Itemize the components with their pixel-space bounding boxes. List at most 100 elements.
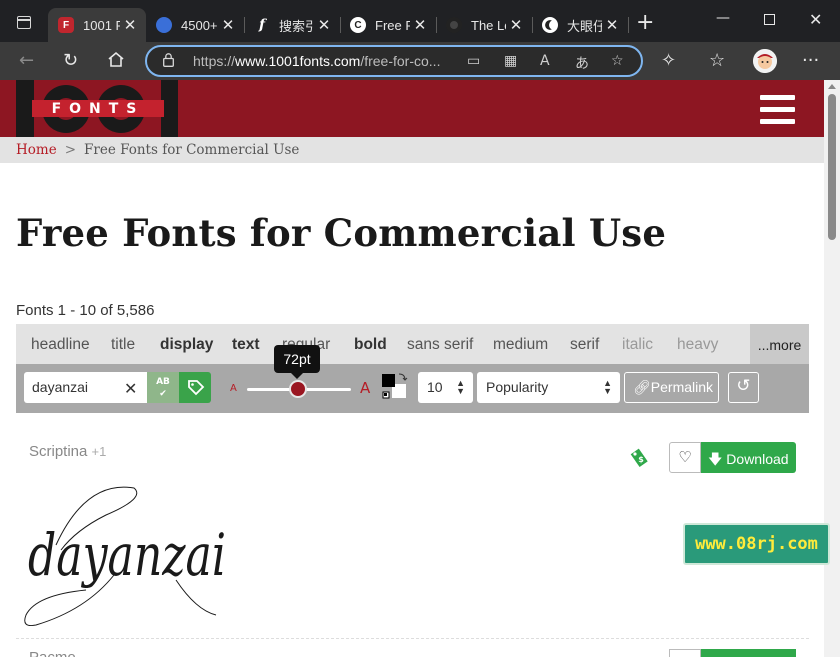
- permalink-button[interactable]: 🔗︎Permalink: [624, 372, 719, 403]
- breadcrumb-separator: >: [64, 142, 77, 158]
- clear-text-icon[interactable]: ✕: [124, 379, 137, 398]
- tag-serif[interactable]: serif: [570, 336, 599, 354]
- per-page-select[interactable]: 10 ▲ ▼: [418, 372, 473, 403]
- tag-heavy[interactable]: heavy: [677, 336, 718, 354]
- breadcrumb-current: Free Fonts for Commercial Use: [84, 142, 300, 158]
- close-tab-icon[interactable]: ✕: [410, 16, 430, 34]
- read-aloud-icon[interactable]: A: [540, 53, 550, 69]
- tab-1001fonts[interactable]: F 1001 F ✕: [48, 8, 146, 42]
- preview-controls: dayanzai ✕ AB ✔ A A 10 ▲ ▼ Popularity ▲ ▼ 🔗︎P…: [16, 364, 809, 413]
- sort-select[interactable]: Popularity ▲ ▼: [477, 372, 620, 403]
- font-preview-text: dayanzai: [28, 521, 226, 589]
- qr-code-icon[interactable]: ▦: [504, 53, 517, 69]
- text-case-button[interactable]: AB ✔: [147, 372, 179, 403]
- globe-favicon-icon: [156, 17, 172, 33]
- tag-title[interactable]: title: [111, 336, 135, 354]
- app-available-icon[interactable]: ▭: [467, 53, 480, 69]
- tag-bold[interactable]: bold: [354, 336, 387, 354]
- back-icon[interactable]: ←: [19, 50, 34, 72]
- font-name-link[interactable]: Pacmo...: [29, 649, 88, 657]
- favorites-icon[interactable]: ☆: [709, 50, 725, 72]
- tab-separator: [628, 17, 629, 33]
- new-tab-icon[interactable]: +: [636, 12, 654, 34]
- font-name-link[interactable]: Scriptina +1: [29, 443, 106, 460]
- refresh-icon[interactable]: ↻: [63, 50, 78, 72]
- scroll-thumb[interactable]: [828, 94, 836, 240]
- result-count: Fonts 1 - 10 of 5,586: [16, 302, 155, 319]
- font-size-tooltip: 72pt: [274, 345, 320, 379]
- download-button[interactable]: 🡇︎ Download: [701, 442, 796, 473]
- extensions-icon[interactable]: ✧: [661, 50, 676, 72]
- close-tab-icon[interactable]: ✕: [602, 16, 622, 34]
- close-tab-icon[interactable]: ✕: [314, 16, 334, 34]
- tag-sans-serif[interactable]: sans serif: [407, 336, 473, 354]
- url-text: https://www.1001fonts.com/free-for-co...: [193, 53, 441, 69]
- tab-actions-icon[interactable]: [17, 16, 31, 29]
- free-commercial-tag-icon: $: [630, 448, 648, 468]
- tab-title: 4500+: [181, 17, 218, 33]
- tab-free-fonts[interactable]: C Free F ✕: [340, 8, 436, 42]
- tab-4500[interactable]: 4500+ ✕: [146, 8, 244, 42]
- watermark: www.08rj.com: [683, 523, 830, 565]
- tab-search[interactable]: f 搜索引 ✕: [244, 8, 340, 42]
- select-arrows-icon: ▲ ▼: [603, 378, 612, 396]
- close-tab-icon[interactable]: ✕: [218, 16, 238, 34]
- minimize-icon[interactable]: —: [716, 10, 730, 26]
- breadcrumb: Home > Free Fonts for Commercial Use: [0, 137, 824, 163]
- close-tab-icon[interactable]: ✕: [506, 16, 526, 34]
- scroll-up-icon[interactable]: [828, 84, 836, 89]
- settings-menu-icon[interactable]: ···: [802, 50, 819, 72]
- tag-medium[interactable]: medium: [493, 336, 548, 354]
- commercial-tag-button[interactable]: [179, 372, 211, 403]
- tab-title: The Lo: [471, 17, 506, 33]
- tag-display[interactable]: display: [160, 336, 213, 354]
- site-logo[interactable]: FONTS: [16, 80, 178, 137]
- close-window-icon[interactable]: ✕: [809, 10, 822, 29]
- more-tags-button[interactable]: ...more: [750, 324, 809, 364]
- close-tab-icon[interactable]: ✕: [120, 16, 140, 34]
- translate-icon[interactable]: あ: [575, 53, 589, 73]
- tab-the-lo[interactable]: The Lo ✕: [436, 8, 532, 42]
- page-scrollbar[interactable]: [824, 80, 840, 657]
- eye-favicon-icon: [542, 17, 558, 33]
- tag-italic[interactable]: italic: [622, 336, 653, 354]
- color-swap-control[interactable]: [380, 372, 408, 402]
- browser-toolbar: ← ↻ https://www.1001fonts.com/free-for-c…: [0, 42, 840, 80]
- tag-headline[interactable]: headline: [31, 336, 90, 354]
- profile-avatar[interactable]: [753, 49, 777, 73]
- price-tag-icon: [188, 380, 205, 396]
- font-preview[interactable]: dayanzai: [16, 480, 256, 632]
- address-bar[interactable]: https://www.1001fonts.com/free-for-co...…: [145, 45, 643, 77]
- favorite-button[interactable]: [669, 649, 701, 657]
- tag-filter-bar: headline title display text regular bold…: [16, 324, 809, 364]
- favorite-button[interactable]: ♡: [669, 442, 701, 473]
- link-icon: 🔗︎: [633, 379, 651, 395]
- font-size-small-icon: A: [230, 383, 237, 394]
- add-favorite-icon[interactable]: ☆: [611, 53, 624, 69]
- tag-text[interactable]: text: [232, 336, 260, 354]
- download-button[interactable]: [701, 649, 796, 657]
- f-favicon-icon: f: [258, 17, 266, 33]
- tab-title: 搜索引: [279, 18, 314, 34]
- maximize-icon[interactable]: [764, 14, 775, 25]
- c-favicon-icon: C: [350, 17, 366, 33]
- circle-favicon-icon: [446, 17, 462, 33]
- favicon-1001fonts-icon: F: [58, 17, 74, 33]
- font-size-slider-handle[interactable]: [289, 380, 307, 398]
- tab-title: Free F: [375, 17, 410, 33]
- tab-strip: F 1001 F ✕ 4500+ ✕ f 搜索引 ✕ C Free F ✕ Th…: [0, 0, 840, 42]
- home-icon[interactable]: [107, 51, 125, 74]
- lock-icon[interactable]: [163, 53, 174, 67]
- tab-title: 1001 F: [83, 17, 120, 33]
- entry-divider: [16, 638, 809, 639]
- page-title: Free Fonts for Commercial Use: [16, 211, 667, 255]
- download-arrow-icon: 🡇︎: [708, 451, 723, 467]
- logo-text: FONTS: [52, 101, 145, 117]
- reset-icon[interactable]: ↺: [728, 372, 759, 403]
- tab-dayanzai[interactable]: 大眼仔 ✕: [532, 8, 628, 42]
- menu-hamburger-icon[interactable]: [760, 95, 795, 125]
- site-header: FONTS: [0, 80, 824, 137]
- breadcrumb-home-link[interactable]: Home: [16, 142, 57, 158]
- tab-title: 大眼仔: [567, 18, 602, 34]
- font-size-large-icon: A: [360, 379, 371, 397]
